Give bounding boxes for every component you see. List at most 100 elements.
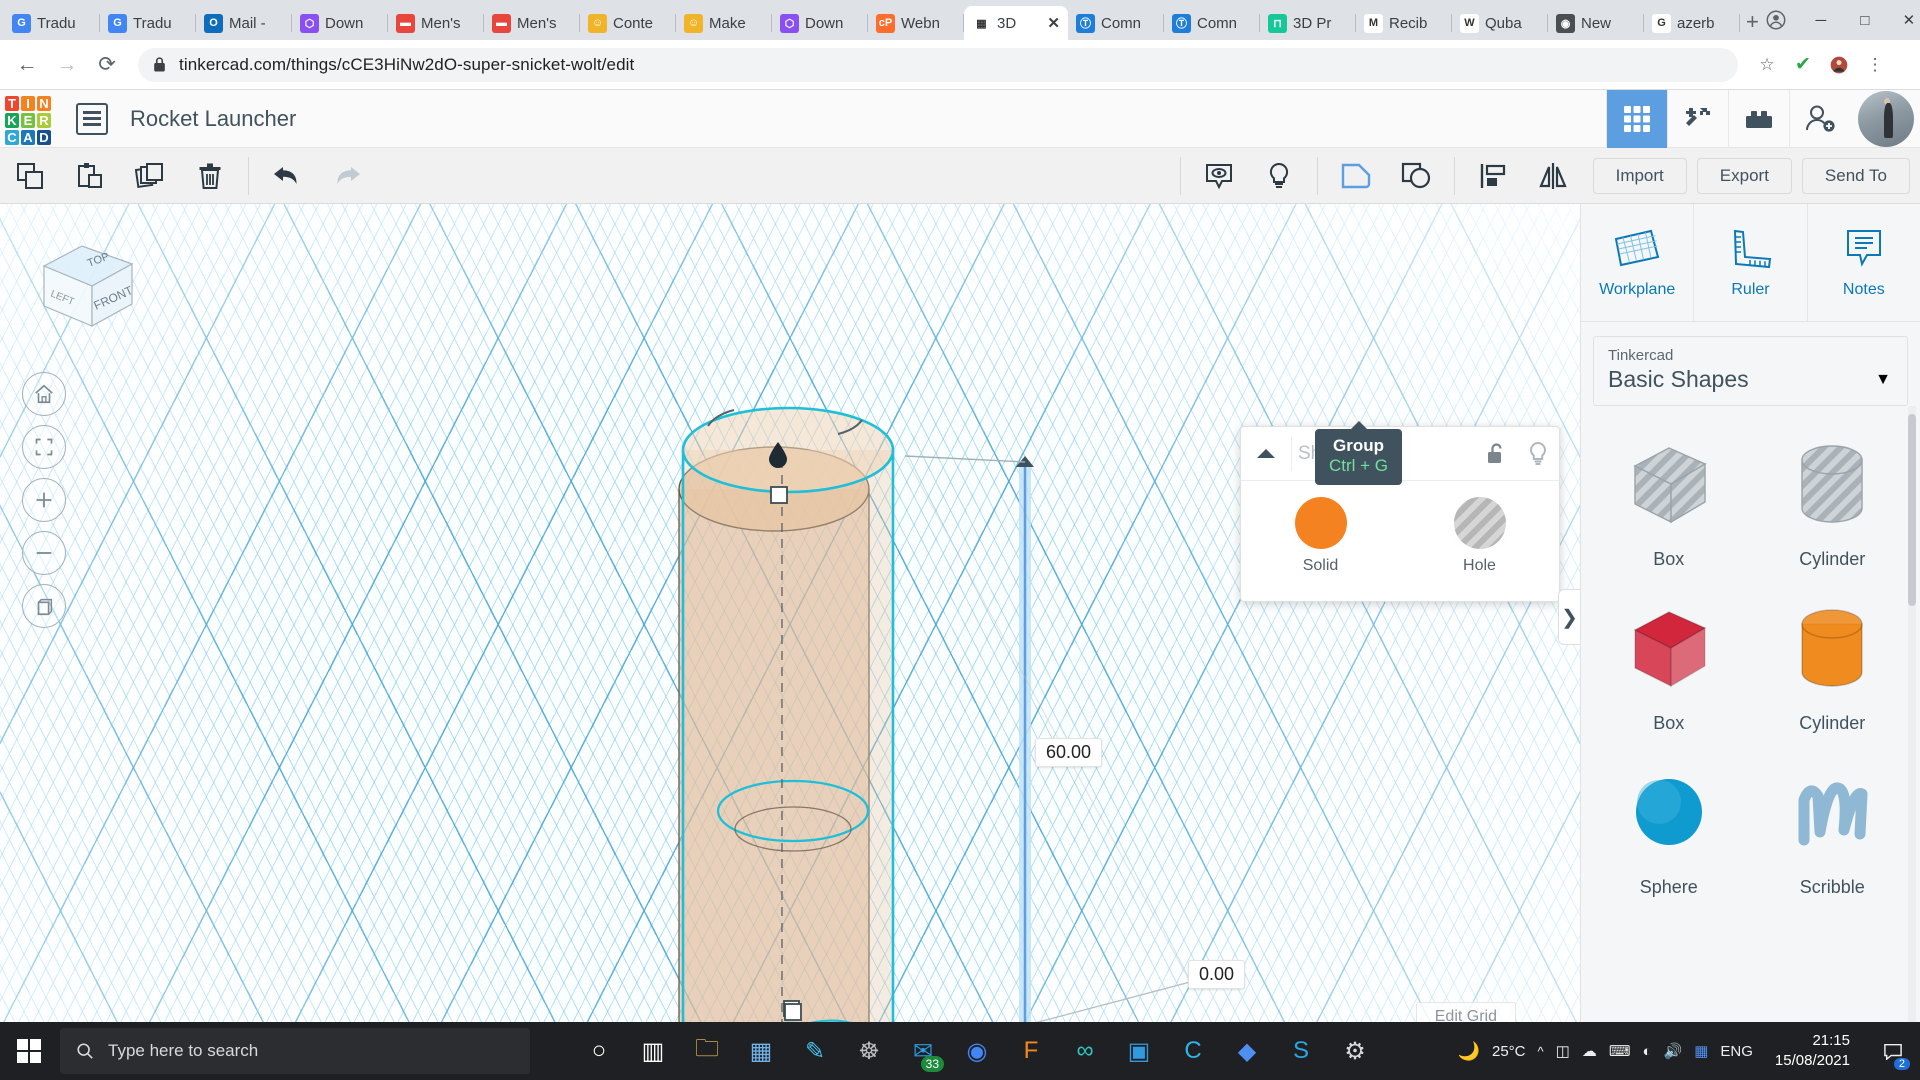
cura-taskbar-icon[interactable]: C	[1166, 1022, 1220, 1080]
profile-chip[interactable]	[1759, 3, 1793, 37]
language-flag-icon[interactable]: ▦	[1694, 1042, 1708, 1060]
solid-swatch[interactable]	[1294, 497, 1347, 549]
group-button[interactable]	[1326, 148, 1386, 204]
collapse-panel-button[interactable]	[1241, 447, 1291, 461]
sidebar-scrollbar[interactable]	[1908, 414, 1916, 606]
cinema4d-taskbar-icon[interactable]: ◆	[1220, 1022, 1274, 1080]
browser-tab[interactable]: Ⓣ Comn	[1164, 6, 1260, 40]
network-icon[interactable]: ◐	[1642, 1043, 1651, 1060]
settings-taskbar-icon[interactable]: ⚙	[1328, 1022, 1382, 1080]
forward-button[interactable]: →	[50, 48, 84, 82]
shape-library-grid[interactable]: Box Cylinder Box Cylinder Sphere Scribble	[1581, 406, 1920, 1080]
maximize-window-button[interactable]: □	[1843, 0, 1887, 40]
shape-cylinder-hole[interactable]: Cylinder	[1751, 420, 1915, 580]
tray-overflow-icon[interactable]: ^	[1538, 1044, 1544, 1059]
delete-button[interactable]	[180, 148, 240, 204]
browser-tab[interactable]: Gazerb	[1644, 6, 1740, 40]
ruler-tool[interactable]: Ruler	[1694, 204, 1808, 321]
browser-tab[interactable]: ⬡ Down	[292, 6, 388, 40]
shape-library-dropdown[interactable]: Tinkercad Basic Shapes ▼	[1593, 336, 1908, 406]
bottom-scale-handle[interactable]	[784, 1003, 802, 1021]
shape-box-red[interactable]: Box	[1587, 584, 1751, 744]
task-view-taskbar-icon[interactable]: ▥	[626, 1022, 680, 1080]
language-indicator[interactable]: ENG	[1720, 1043, 1753, 1060]
browser-tab[interactable]: G Tradu	[4, 6, 100, 40]
minimize-window-button[interactable]: ─	[1799, 0, 1843, 40]
fl-studio-taskbar-icon[interactable]: F	[1004, 1022, 1058, 1080]
address-bar[interactable]: tinkercad.com/things/cCE3HiNw2dO-super-s…	[138, 47, 1738, 82]
browser-tab[interactable]: cP Webn	[868, 6, 964, 40]
hint-light-button[interactable]	[1249, 148, 1309, 204]
mail-taskbar-icon[interactable]: ✉ 33	[896, 1022, 950, 1080]
panel-toggle-button[interactable]: ❯	[1558, 589, 1580, 645]
blocks-grid-button[interactable]	[1606, 89, 1667, 148]
browser-tab[interactable]: ☺ Conte	[580, 6, 676, 40]
cortana-taskbar-icon[interactable]: ○	[572, 1022, 626, 1080]
start-button[interactable]	[0, 1022, 58, 1080]
chrome-menu-button[interactable]: ⋮	[1860, 50, 1890, 80]
new-tab-button[interactable]: +	[1746, 7, 1759, 37]
add-person-button[interactable]	[1789, 89, 1850, 148]
paint-taskbar-icon[interactable]: ✎	[788, 1022, 842, 1080]
browser-tab[interactable]: Ⓣ Comn	[1068, 6, 1164, 40]
lock-toggle-button[interactable]	[1475, 442, 1517, 466]
taskbar-clock[interactable]: 21:15 15/08/2021	[1765, 1031, 1860, 1072]
browser-tab[interactable]: O Mail -	[196, 6, 292, 40]
skype-taskbar-icon[interactable]: S	[1274, 1022, 1328, 1080]
reload-button[interactable]: ⟳	[90, 48, 124, 82]
project-menu-button[interactable]	[76, 102, 108, 135]
chevron-down-icon[interactable]: ▼	[1875, 371, 1891, 389]
design-viewport[interactable]: TOP LEFT FRONT 60.00 0.00 Solid Hole Gro…	[0, 204, 1580, 1080]
notification-center-button[interactable]: 2	[1872, 1022, 1914, 1080]
browser-tab[interactable]: ⊓ 3D Pr	[1260, 6, 1356, 40]
infinity-taskbar-icon[interactable]: ∞	[1058, 1022, 1112, 1080]
microsoft-store-taskbar-icon[interactable]: ▦	[734, 1022, 788, 1080]
bookmark-star-icon[interactable]: ☆	[1752, 50, 1782, 80]
align-button[interactable]	[1463, 148, 1523, 204]
ungroup-button[interactable]	[1386, 148, 1446, 204]
model-render[interactable]	[0, 204, 1580, 1080]
keyboard-icon[interactable]: ⌨	[1609, 1042, 1631, 1060]
shape-sphere-blue[interactable]: Sphere	[1587, 748, 1751, 908]
browser-tab[interactable]: W Quba	[1452, 6, 1548, 40]
mirror-button[interactable]	[1523, 148, 1583, 204]
extension-check-icon[interactable]: ✔	[1788, 50, 1818, 80]
alienware-taskbar-icon[interactable]: ☸	[842, 1022, 896, 1080]
hole-swatch[interactable]	[1453, 497, 1506, 549]
shape-light-button[interactable]	[1517, 441, 1559, 467]
solid-option[interactable]: Solid	[1294, 497, 1347, 575]
back-button[interactable]: ←	[10, 48, 44, 82]
tinkercad-logo[interactable]: TIN KER CAD	[2, 93, 54, 145]
height-dimension[interactable]: 60.00	[1035, 738, 1103, 767]
taskbar-search[interactable]: Type here to search	[60, 1028, 530, 1074]
close-tab-button[interactable]: ✕	[1047, 14, 1060, 32]
battery-icon[interactable]: ◫	[1556, 1042, 1570, 1060]
minecraft-pickaxe-button[interactable]	[1667, 89, 1728, 148]
shape-box-hole[interactable]: Box	[1587, 420, 1751, 580]
send-to-button[interactable]: Send To	[1801, 157, 1910, 194]
browser-tab[interactable]: ▦ 3D ✕	[964, 6, 1068, 40]
undo-button[interactable]	[257, 148, 317, 204]
file-explorer-taskbar-icon[interactable]: 🗀	[680, 1022, 734, 1080]
browser-tab[interactable]: ◉ New	[1548, 6, 1644, 40]
browser-tab[interactable]: ⬡ Down	[772, 6, 868, 40]
inner-hole-cylinder[interactable]	[681, 406, 895, 1080]
chrome-taskbar-icon[interactable]: ◉	[950, 1022, 1004, 1080]
avatar[interactable]	[1858, 90, 1914, 147]
browser-tab[interactable]: ☺ Make	[676, 6, 772, 40]
workplane-tool[interactable]: Workplane	[1581, 204, 1695, 321]
hole-option[interactable]: Hole	[1453, 497, 1506, 575]
shape-scribble[interactable]: Scribble	[1751, 748, 1915, 908]
onedrive-icon[interactable]: ☁	[1582, 1042, 1597, 1060]
notes-tool[interactable]: Notes	[1808, 204, 1920, 321]
lego-brick-button[interactable]	[1728, 89, 1789, 148]
show-hide-button[interactable]	[1189, 148, 1249, 204]
browser-tab[interactable]: ▬ Men's	[388, 6, 484, 40]
import-button[interactable]: Import	[1592, 157, 1687, 194]
paste-button[interactable]	[60, 148, 120, 204]
duplicate-button[interactable]	[120, 148, 180, 204]
elevation-dimension[interactable]: 0.00	[1188, 960, 1246, 989]
shape-cylinder-orange[interactable]: Cylinder	[1751, 584, 1915, 744]
browser-tab[interactable]: G Tradu	[100, 6, 196, 40]
close-window-button[interactable]: ✕	[1887, 0, 1920, 40]
